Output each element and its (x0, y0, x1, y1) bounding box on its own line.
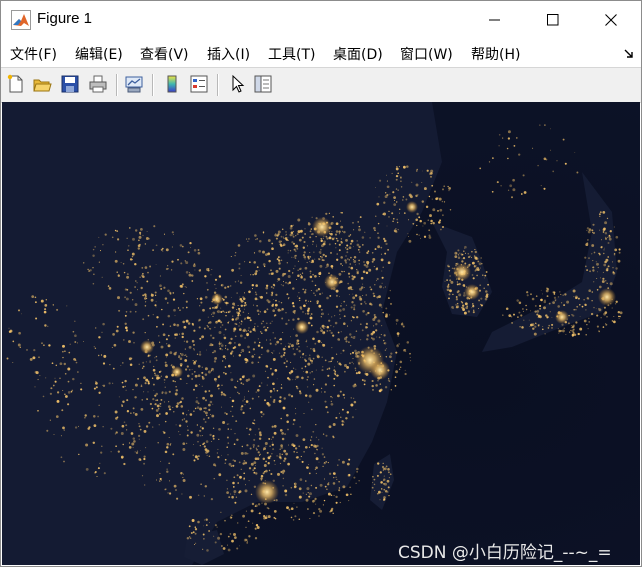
night-lights-image (2, 102, 640, 565)
figure-window: Figure 1 文件(F) 编辑(E) 查看(V) 插入(I) 工具(T) 桌… (0, 0, 642, 567)
new-figure-icon (7, 74, 23, 93)
window-title: Figure 1 (37, 10, 93, 27)
save-button[interactable] (59, 73, 81, 95)
menu-edit[interactable]: 编辑(E) (75, 44, 123, 64)
matlab-icon (11, 10, 31, 30)
edit-plot-icon (232, 74, 245, 93)
watermark-text: CSDN @小白历险记_--~_= (398, 543, 612, 563)
menu-tools[interactable]: 工具(T) (268, 44, 315, 64)
menu-file[interactable]: 文件(F) (10, 44, 57, 64)
figure-axes-image[interactable] (2, 102, 640, 565)
link-plot-button[interactable] (123, 73, 145, 95)
maximize-button[interactable] (524, 1, 582, 39)
link-plot-icon (125, 76, 143, 93)
figure-toolbar (1, 67, 641, 103)
menu-desktop[interactable]: 桌面(D) (333, 44, 383, 64)
edit-plot-button[interactable] (226, 73, 248, 95)
menu-help[interactable]: 帮助(H) (471, 44, 520, 64)
menu-bar: 文件(F) 编辑(E) 查看(V) 插入(I) 工具(T) 桌面(D) 窗口(W… (1, 39, 641, 67)
minimize-button[interactable] (466, 1, 524, 39)
menu-insert[interactable]: 插入(I) (207, 44, 250, 64)
property-inspector-button[interactable] (252, 73, 274, 95)
title-bar[interactable]: Figure 1 (1, 1, 641, 39)
close-icon (605, 14, 617, 26)
insert-legend-icon (190, 75, 208, 93)
close-button[interactable] (582, 1, 640, 39)
menu-window[interactable]: 窗口(W) (400, 44, 453, 64)
menu-view[interactable]: 查看(V) (140, 44, 189, 64)
maximize-icon (547, 14, 559, 26)
toolbar-separator (116, 74, 118, 96)
dock-figure-icon[interactable] (623, 48, 635, 60)
insert-colorbar-icon (167, 75, 177, 93)
insert-legend-button[interactable] (188, 73, 210, 95)
insert-colorbar-button[interactable] (161, 73, 183, 95)
save-icon (61, 75, 79, 93)
property-inspector-icon (254, 75, 272, 93)
print-icon (89, 75, 107, 93)
print-button[interactable] (87, 73, 109, 95)
toolbar-separator (152, 74, 154, 96)
minimize-icon (489, 19, 500, 21)
open-file-icon (33, 79, 52, 92)
open-file-button[interactable] (31, 73, 53, 95)
toolbar-separator (217, 74, 219, 96)
new-figure-button[interactable] (5, 73, 27, 95)
